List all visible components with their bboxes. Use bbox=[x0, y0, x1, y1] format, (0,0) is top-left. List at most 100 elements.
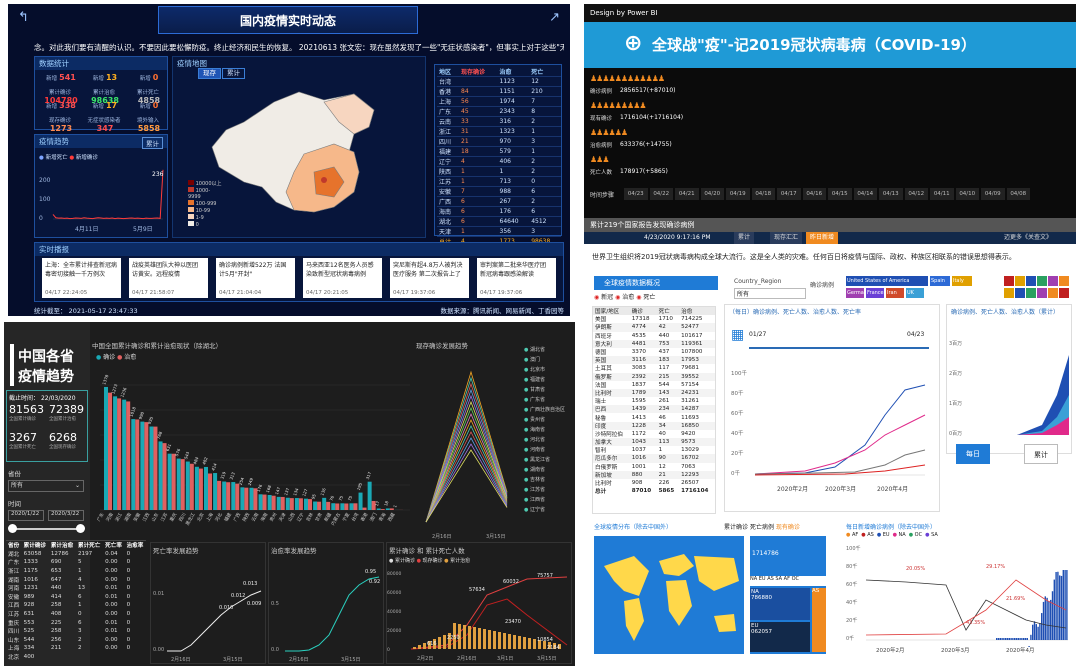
table-header[interactable]: 国家/地区 bbox=[593, 307, 630, 315]
time-slider[interactable] bbox=[10, 528, 82, 530]
table-row[interactable]: 新加坡 880 21 12293 bbox=[593, 470, 715, 479]
table-row[interactable]: 加拿大 1043 113 9573 bbox=[593, 438, 715, 447]
timeline-date[interactable]: 04/20 bbox=[700, 188, 724, 200]
timeline-date[interactable]: 04/18 bbox=[751, 188, 775, 200]
table-row[interactable]: 巴西 1439 234 14287 bbox=[593, 405, 715, 414]
table-row[interactable]: 湖南 1016 647 4 0.00 0 bbox=[6, 575, 146, 584]
table-row[interactable]: 山东 544 256 2 0.00 0 bbox=[6, 636, 146, 645]
date-to-input[interactable]: 2020/3/22 bbox=[48, 510, 84, 521]
table-row[interactable]: 湖北 6 64640 4512 bbox=[437, 216, 561, 227]
timeline-date[interactable]: 04/23 bbox=[624, 188, 648, 200]
country-swatch[interactable]: Iran bbox=[886, 288, 904, 298]
tab-cum-confirm[interactable]: 累计确诊 bbox=[724, 524, 748, 531]
table-row[interactable]: 瑞士 1595 261 31261 bbox=[593, 397, 715, 405]
timeline-date[interactable]: 04/08 bbox=[1006, 188, 1030, 200]
country-swatch-mini[interactable] bbox=[1059, 288, 1069, 298]
country-swatch-mini[interactable] bbox=[1015, 288, 1025, 298]
table-row[interactable]: 智利 1037 1 13029 bbox=[593, 446, 715, 454]
country-swatch[interactable]: Spain bbox=[930, 276, 950, 286]
country-swatch-mini[interactable] bbox=[1004, 276, 1014, 286]
table-header[interactable]: 省份 bbox=[6, 541, 22, 550]
timeline-date[interactable]: 04/21 bbox=[675, 188, 699, 200]
timeline-date[interactable]: 04/12 bbox=[904, 188, 928, 200]
table-row[interactable]: 印度 1228 34 16850 bbox=[593, 421, 715, 430]
bump-legend-item[interactable]: ● 海南省 bbox=[524, 426, 545, 433]
table-row[interactable]: 土耳其 3083 117 79681 bbox=[593, 364, 715, 372]
province-select[interactable]: 所有 ⌄ bbox=[8, 480, 84, 492]
country-swatch-mini[interactable] bbox=[1015, 276, 1025, 286]
table-row[interactable]: 比利时 1789 143 24231 bbox=[593, 388, 715, 398]
country-swatch[interactable]: Italy bbox=[952, 276, 972, 286]
date-from-input[interactable]: 2020/1/22 bbox=[8, 510, 44, 521]
news-card[interactable]: 上海：全市累计排查新冠病毒密切接触一千万例次 04/17 22:24:05 bbox=[42, 258, 121, 298]
calendar-icon[interactable]: ▦ bbox=[731, 327, 744, 343]
table-row[interactable]: 沙特阿拉伯 1172 40 9420 bbox=[593, 430, 715, 438]
table-row[interactable]: 北京 400 bbox=[6, 653, 146, 662]
table-row[interactable]: 安徽 989 414 6 0.01 0 bbox=[6, 593, 146, 602]
country-swatch-mini[interactable] bbox=[1059, 276, 1069, 286]
table-row[interactable]: 云南 33 316 2 bbox=[437, 116, 561, 127]
timeline-date[interactable]: 04/13 bbox=[879, 188, 903, 200]
table-row[interactable]: 西班牙 4535 440 101617 bbox=[593, 332, 715, 340]
country-swatch[interactable]: France bbox=[866, 288, 884, 298]
map-cumulative-button[interactable]: 累计 bbox=[222, 68, 245, 79]
bump-legend-item[interactable]: ● 广西壮族自治区 bbox=[524, 406, 565, 413]
bump-legend-item[interactable]: ● 河北省 bbox=[524, 436, 545, 443]
tab-current[interactable]: 现有确诊 bbox=[776, 524, 800, 531]
table-row[interactable]: 上海 334 211 2 0.00 0 bbox=[6, 644, 146, 653]
bump-legend-item[interactable]: ● 广东省 bbox=[524, 396, 545, 403]
country-swatch-mini[interactable] bbox=[1026, 288, 1036, 298]
bump-legend-item[interactable]: ● 澳门 bbox=[524, 356, 540, 363]
bump-legend-item[interactable]: ● 福建省 bbox=[524, 376, 545, 383]
country-swatch[interactable]: United States of America bbox=[846, 276, 928, 286]
table-row[interactable]: 台湾 1123 12 bbox=[437, 76, 561, 87]
table-header[interactable]: 治愈 bbox=[497, 67, 530, 77]
btn-current[interactable]: 现存汇汇 bbox=[770, 232, 803, 244]
table-row[interactable]: 浙江 31 1323 1 bbox=[437, 126, 561, 137]
country-swatch-mini[interactable] bbox=[1048, 288, 1058, 298]
news-card[interactable]: 突尼斯有超4.8万人被判决 医疗服务 第二次报告上了 04/17 19:37:06 bbox=[390, 258, 469, 298]
table-row[interactable]: 辽宁 4 406 2 bbox=[437, 156, 561, 167]
table-row[interactable]: 天津 1 356 3 bbox=[437, 226, 561, 237]
table-row[interactable]: 江西 928 258 1 0.00 0 bbox=[6, 601, 146, 610]
table-header[interactable]: 累计确诊 bbox=[22, 541, 49, 550]
table-row[interactable]: 江苏 1 713 0 bbox=[437, 176, 561, 187]
country-swatch[interactable]: UK bbox=[906, 288, 924, 298]
btn-cumulative[interactable]: 累计 bbox=[734, 232, 755, 244]
filter-cured[interactable]: 治愈 bbox=[622, 294, 634, 301]
slider-handle-right[interactable] bbox=[76, 524, 85, 533]
bump-legend-item[interactable]: ● 河南省 bbox=[524, 446, 545, 453]
bump-legend-item[interactable]: ● 湖南省 bbox=[524, 466, 545, 473]
bump-legend-item[interactable]: ● 辽宁省 bbox=[524, 506, 545, 513]
bump-legend-item[interactable]: ● 江苏省 bbox=[524, 486, 545, 493]
table-row[interactable]: 广东 45 2343 8 bbox=[437, 106, 561, 117]
table-row[interactable]: 伊朗斯 4774 42 52477 bbox=[593, 323, 715, 332]
bump-legend-item[interactable]: ● 吉林省 bbox=[524, 476, 545, 483]
filter-confirm[interactable]: 新冠 bbox=[601, 294, 613, 301]
timeline-date[interactable]: 04/17 bbox=[777, 188, 801, 200]
timeline-date[interactable]: 04/16 bbox=[802, 188, 826, 200]
country-swatch[interactable]: Germany bbox=[846, 288, 864, 298]
country-swatch-mini[interactable] bbox=[1004, 288, 1014, 298]
more-link[interactable]: 迈更多《关查文》 bbox=[1004, 232, 1052, 244]
timeline-date[interactable]: 04/15 bbox=[828, 188, 852, 200]
table-row[interactable]: 白俄罗斯 1001 12 7063 bbox=[593, 463, 715, 471]
table-row[interactable]: 江苏 631 408 0 0.00 0 bbox=[6, 610, 146, 619]
date-slider[interactable] bbox=[749, 347, 929, 349]
news-card[interactable]: 审判案第二批来华医疗团 新冠病毒跟感染解读 04/17 19:37:06 bbox=[477, 258, 556, 298]
timeline-date[interactable]: 04/19 bbox=[726, 188, 750, 200]
bump-legend-item[interactable]: ● 黑龙江省 bbox=[524, 456, 550, 463]
table-row[interactable]: 意大利 4481 753 119361 bbox=[593, 339, 715, 348]
timeline-date[interactable]: 04/09 bbox=[981, 188, 1005, 200]
table-row[interactable]: 河南 1231 440 13 0.01 0 bbox=[6, 584, 146, 593]
news-card[interactable]: 马来西亚12名医务人员感染致新型冠状病毒病例 04/17 20:21:05 bbox=[303, 258, 382, 298]
table-header[interactable]: 治愈 bbox=[679, 307, 715, 315]
table-header[interactable]: 累计治愈 bbox=[49, 541, 76, 550]
map-current-button[interactable]: 现存 bbox=[198, 68, 221, 79]
back-arrow-icon[interactable]: ↰ bbox=[18, 10, 29, 25]
table-row[interactable]: 四川 525 258 3 0.01 0 bbox=[6, 627, 146, 636]
btn-new-today[interactable]: 昨日新增 bbox=[806, 232, 839, 244]
bump-legend-item[interactable]: ● 江西省 bbox=[524, 496, 545, 503]
table-header[interactable]: 死亡率 bbox=[103, 541, 124, 550]
table-row[interactable]: 陕西 1 1 2 bbox=[437, 166, 561, 177]
